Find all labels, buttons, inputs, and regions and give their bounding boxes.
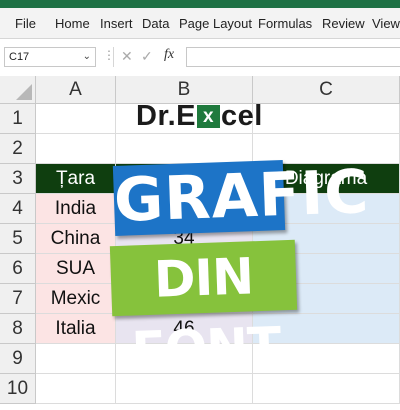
row-header-8[interactable]: 8 [0,314,36,344]
cell-c1[interactable] [253,104,400,134]
cell-a8[interactable]: Italia [36,314,116,344]
select-all-button[interactable] [0,76,36,104]
cell-a1[interactable] [36,104,116,134]
overlay-banner-grafic: GRAFIC [112,157,371,236]
dr-excel-logo: Dr.E x cel [136,100,263,133]
cell-b2[interactable] [116,134,253,164]
row-header-6[interactable]: 6 [0,254,36,284]
tab-home[interactable]: Home [55,16,90,31]
tab-formulas[interactable]: Formulas [258,16,312,31]
row-header-5[interactable]: 5 [0,224,36,254]
cell-a5[interactable]: China [36,224,116,254]
name-box[interactable]: C17 ⌄ [4,47,96,67]
row-header-2[interactable]: 2 [0,134,36,164]
cancel-icon[interactable]: ✕ [121,48,133,65]
formula-bar-divider [113,47,114,67]
formula-bar: C17 ⌄ ⋮ ✕ ✓ fx [0,39,400,75]
row-header-7[interactable]: 7 [0,284,36,314]
tab-view[interactable]: View [372,16,400,31]
cell-a2[interactable] [36,134,116,164]
name-box-value: C17 [9,51,30,63]
title-bar-strip [0,0,400,8]
select-all-triangle-icon [16,84,32,100]
row-header-9[interactable]: 9 [0,344,36,374]
row-header-1[interactable]: 1 [0,104,36,134]
column-header-c[interactable]: C [253,76,400,104]
ribbon-tabs: File Home Insert Data Page Layout Formul… [0,8,400,39]
column-header-a[interactable]: A [36,76,116,104]
logo-text-right: cel [221,100,263,132]
cell-a10[interactable] [36,374,116,404]
insert-function-button[interactable]: fx [164,47,174,63]
tab-data[interactable]: Data [142,16,169,31]
cell-a7[interactable]: Mexic [36,284,116,314]
overlay-banner-din-font: DIN FONT [109,239,298,380]
tab-page-layout[interactable]: Page Layout [179,16,252,31]
tab-insert[interactable]: Insert [100,16,133,31]
logo-x-box: x [197,105,221,128]
formula-input[interactable] [186,47,400,67]
row-header-3[interactable]: 3 [0,164,36,194]
row-header-4[interactable]: 4 [0,194,36,224]
chevron-down-icon[interactable]: ⌄ [83,48,91,66]
cell-a9[interactable] [36,344,116,374]
cell-a3[interactable]: Țara [36,164,116,194]
logo-text-left: Dr.E [136,100,197,132]
row-header-10[interactable]: 10 [0,374,36,404]
tab-review[interactable]: Review [322,16,365,31]
tab-file[interactable]: File [15,16,36,31]
cell-a4[interactable]: India [36,194,116,224]
enter-check-icon[interactable]: ✓ [141,48,153,65]
cell-a6[interactable]: SUA [36,254,116,284]
